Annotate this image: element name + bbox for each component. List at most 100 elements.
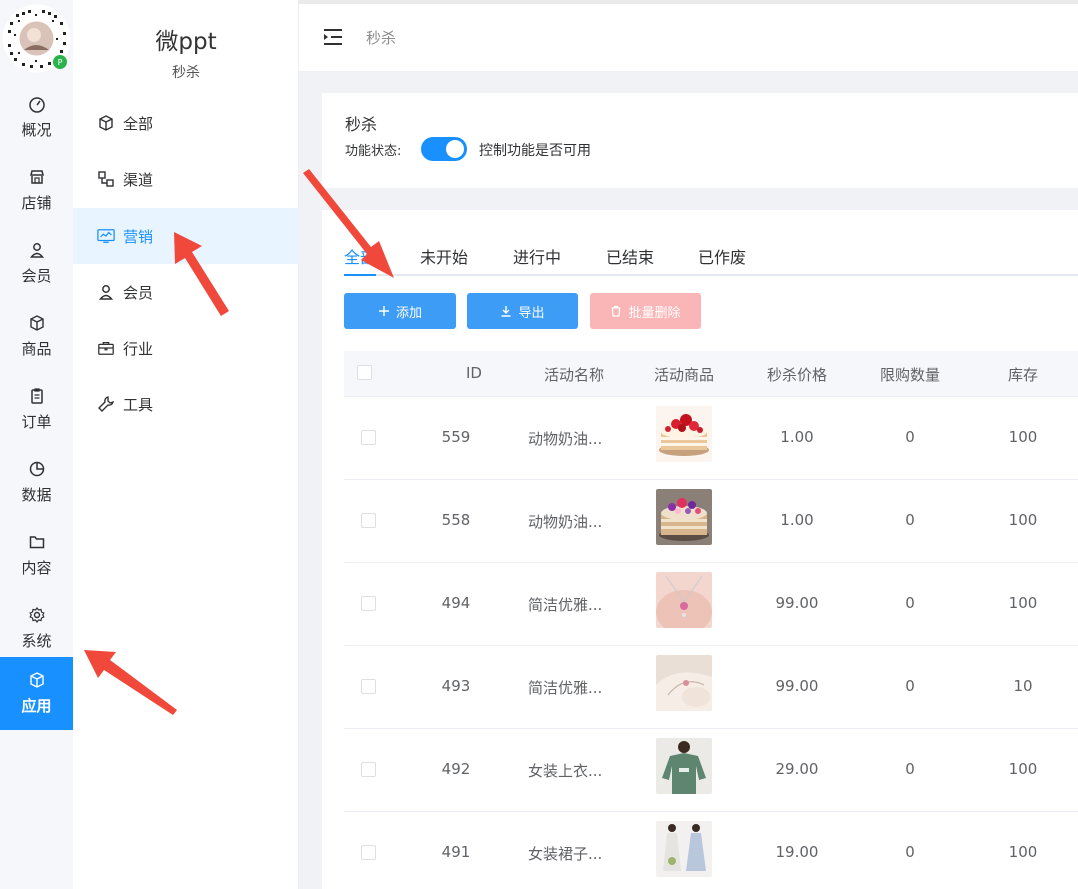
feature-status-card: 秒杀 功能状态: 控制功能是否可用 bbox=[322, 93, 1078, 188]
active-tab-indicator bbox=[344, 274, 376, 276]
rail-item-label: 系统 bbox=[21, 631, 52, 650]
row-checkbox[interactable] bbox=[361, 845, 376, 860]
row-checkbox[interactable] bbox=[361, 679, 376, 694]
product-thumbnail[interactable] bbox=[656, 821, 712, 877]
table-header: ID 活动名称 活动商品 秒杀价格 限购数量 库存 bbox=[344, 351, 1078, 397]
cell-price: 99.00 bbox=[775, 594, 819, 612]
sidebar-item-all[interactable]: 全部 bbox=[73, 95, 299, 151]
add-button[interactable]: 添加 bbox=[344, 293, 456, 329]
sidebar-item-channel[interactable]: 渠道 bbox=[73, 151, 299, 207]
rail-item-content[interactable]: 内容 bbox=[0, 519, 73, 591]
cell-limit: 0 bbox=[905, 760, 915, 778]
sidebar-item-label: 行业 bbox=[123, 339, 154, 358]
product-thumbnail[interactable] bbox=[656, 406, 712, 462]
sidebar-item-member[interactable]: 会员 bbox=[73, 264, 299, 320]
table-row[interactable]: 493 简洁优雅... 99.00 0 10 bbox=[344, 646, 1078, 729]
cell-price: 19.00 bbox=[775, 843, 819, 861]
product-thumbnail[interactable] bbox=[656, 738, 712, 794]
cell-price: 29.00 bbox=[775, 760, 819, 778]
tab-in-progress[interactable]: 进行中 bbox=[513, 244, 561, 268]
briefcase-icon bbox=[98, 341, 114, 355]
column-header-limit: 限购数量 bbox=[879, 366, 940, 384]
rail-item-apps[interactable]: 应用 bbox=[0, 657, 73, 730]
wrench-icon bbox=[98, 396, 114, 412]
dashboard-icon bbox=[28, 96, 45, 113]
row-checkbox[interactable] bbox=[361, 596, 376, 611]
cell-limit: 0 bbox=[905, 843, 915, 861]
product-thumbnail[interactable] bbox=[656, 489, 712, 545]
rail-item-product[interactable]: 商品 bbox=[0, 300, 73, 372]
select-all-checkbox[interactable] bbox=[357, 365, 372, 380]
top-header: 秒杀 bbox=[299, 0, 1078, 72]
row-checkbox[interactable] bbox=[361, 430, 376, 445]
batch-delete-button[interactable]: 批量删除 bbox=[590, 293, 701, 329]
menu-fold-icon[interactable] bbox=[323, 28, 343, 46]
table-row[interactable]: 491 女装裙子... 19.00 0 100 bbox=[344, 812, 1078, 889]
export-button-label: 导出 bbox=[518, 305, 545, 321]
cell-name: 女装裙子... bbox=[528, 845, 603, 863]
row-checkbox[interactable] bbox=[361, 762, 376, 777]
gear-icon bbox=[28, 606, 45, 623]
tab-all[interactable]: 全部 bbox=[344, 244, 376, 268]
seckill-list-card: 全部 未开始 进行中 已结束 已作废 添加 导出 批量删除 ID 活动名称 活动… bbox=[322, 210, 1078, 889]
cell-id: 559 bbox=[441, 428, 471, 446]
cell-id: 492 bbox=[441, 760, 471, 778]
rail-item-label: 店铺 bbox=[21, 193, 52, 212]
cell-stock: 100 bbox=[1008, 428, 1038, 446]
cell-limit: 0 bbox=[905, 511, 915, 529]
status-tabs: 全部 未开始 进行中 已结束 已作废 bbox=[344, 240, 1078, 276]
sidebar-item-label: 渠道 bbox=[123, 170, 154, 189]
sidebar-item-tools[interactable]: 工具 bbox=[73, 376, 299, 432]
rail-item-data[interactable]: 数据 bbox=[0, 446, 73, 518]
mini-program-qr-code: P bbox=[2, 4, 71, 73]
export-button[interactable]: 导出 bbox=[467, 293, 578, 329]
column-header-name: 活动名称 bbox=[543, 366, 604, 384]
cube-icon bbox=[99, 115, 113, 131]
sidebar-item-label: 会员 bbox=[123, 283, 154, 302]
rail-item-label: 数据 bbox=[21, 485, 52, 504]
cell-limit: 0 bbox=[905, 428, 915, 446]
column-header-id: ID bbox=[466, 364, 482, 382]
shop-icon bbox=[29, 169, 44, 184]
row-checkbox[interactable] bbox=[361, 513, 376, 528]
cell-name: 动物奶油... bbox=[528, 513, 603, 531]
tab-ended[interactable]: 已结束 bbox=[606, 244, 654, 268]
sidebar-item-label: 全部 bbox=[123, 114, 154, 133]
table-row[interactable]: 494 简洁优雅... 99.00 0 100 bbox=[344, 563, 1078, 646]
rail-item-label: 会员 bbox=[21, 266, 52, 285]
pie-chart-icon bbox=[29, 461, 44, 476]
table-row[interactable]: 492 女装上衣... 29.00 0 100 bbox=[344, 729, 1078, 812]
rail-item-system[interactable]: 系统 bbox=[0, 592, 73, 664]
table-row[interactable]: 559 动物奶油... 1.00 0 100 bbox=[344, 397, 1078, 480]
cell-price: 1.00 bbox=[780, 428, 814, 446]
tab-voided[interactable]: 已作废 bbox=[698, 244, 746, 268]
cell-id: 491 bbox=[441, 843, 471, 861]
svg-text:P: P bbox=[58, 58, 63, 67]
rail-item-label: 内容 bbox=[21, 558, 52, 577]
batch-delete-button-label: 批量删除 bbox=[628, 305, 681, 321]
cell-id: 493 bbox=[441, 677, 471, 695]
monitor-chart-icon bbox=[97, 229, 115, 243]
cell-price: 99.00 bbox=[775, 677, 819, 695]
channel-icon bbox=[98, 171, 114, 187]
brand-subtitle: 秒杀 bbox=[172, 65, 200, 81]
secondary-sidebar: 微ppt 秒杀 全部 渠道 营销 会员 行业 工具 bbox=[73, 0, 299, 889]
cell-limit: 0 bbox=[905, 594, 915, 612]
sidebar-item-marketing[interactable]: 营销 bbox=[73, 208, 299, 264]
rail-item-label: 商品 bbox=[21, 339, 52, 358]
product-thumbnail[interactable] bbox=[656, 655, 712, 711]
column-header-product: 活动商品 bbox=[653, 366, 714, 384]
clipboard-icon bbox=[30, 387, 43, 404]
rail-item-member[interactable]: 会员 bbox=[0, 227, 73, 299]
rail-item-order[interactable]: 订单 bbox=[0, 373, 73, 445]
tab-not-started[interactable]: 未开始 bbox=[420, 244, 468, 268]
rail-item-overview[interactable]: 概况 bbox=[0, 81, 73, 153]
sidebar-item-industry[interactable]: 行业 bbox=[73, 320, 299, 376]
feature-toggle-switch[interactable] bbox=[421, 137, 467, 161]
status-label: 功能状态: bbox=[345, 144, 402, 159]
table-row[interactable]: 558 动物奶油... 1.00 0 100 bbox=[344, 480, 1078, 563]
add-button-label: 添加 bbox=[395, 305, 422, 321]
rail-item-shop[interactable]: 店铺 bbox=[0, 154, 73, 226]
cell-name: 简洁优雅... bbox=[528, 596, 603, 614]
product-thumbnail[interactable] bbox=[656, 572, 712, 628]
